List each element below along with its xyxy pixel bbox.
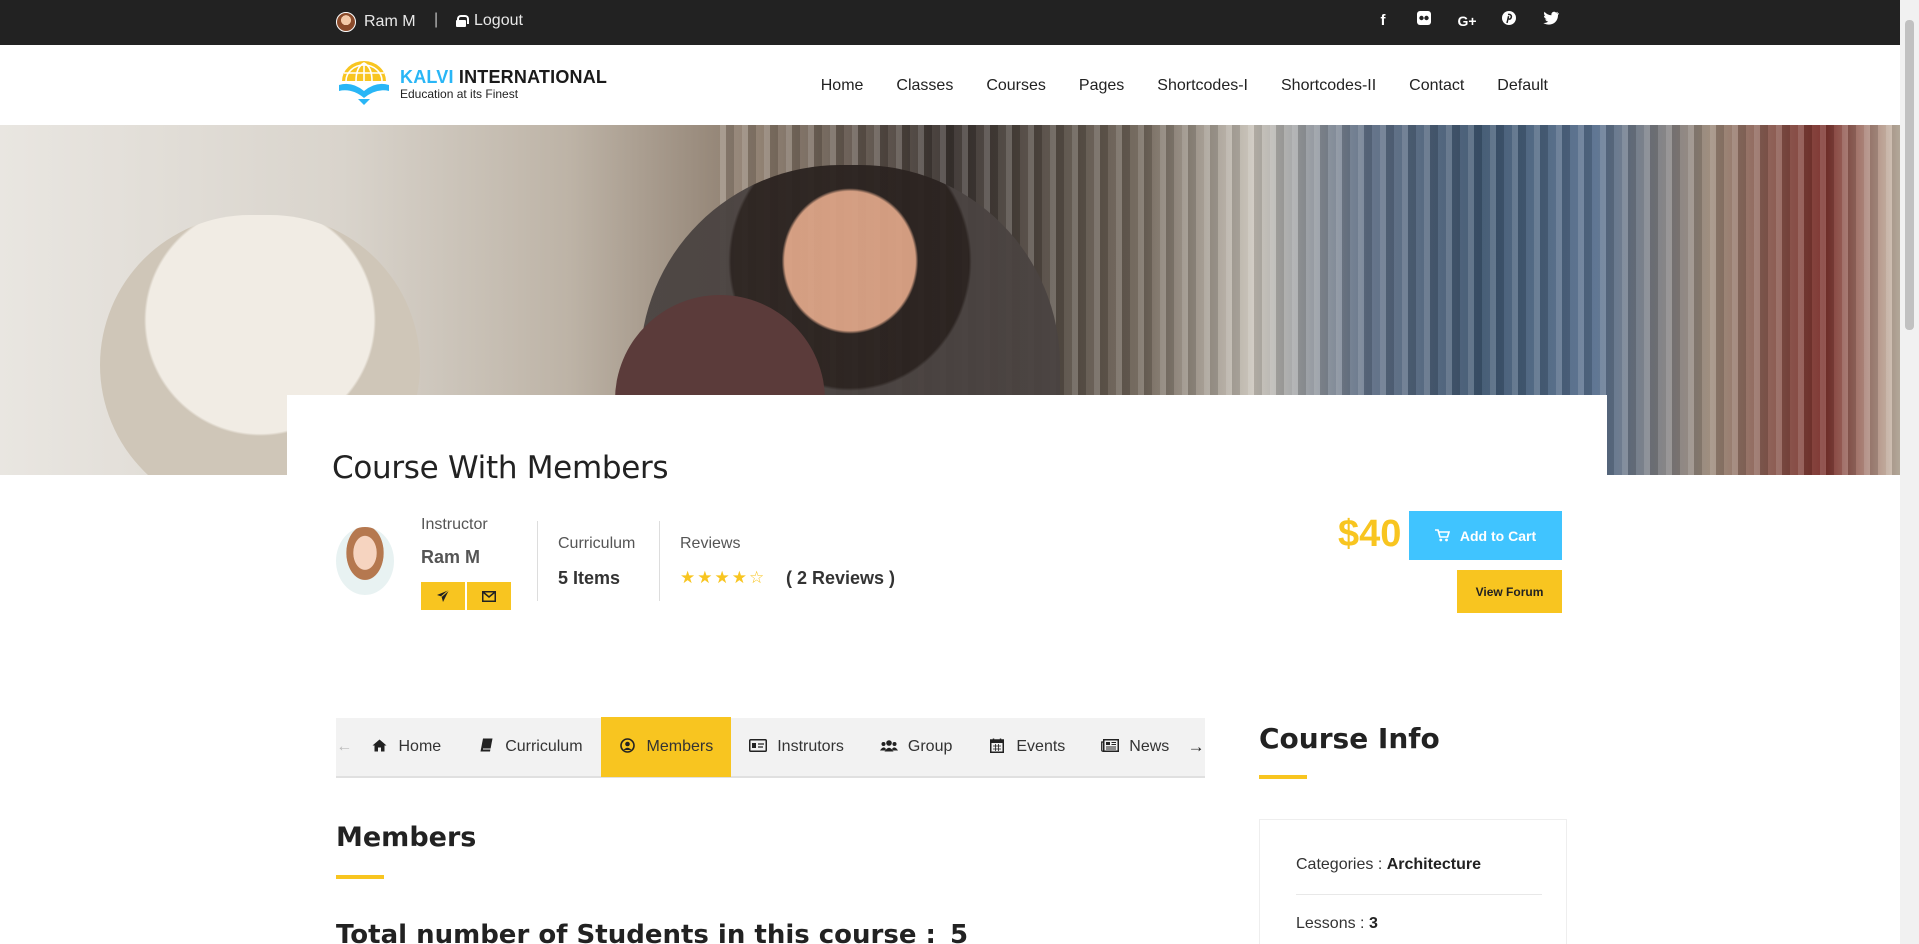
- add-to-cart-button[interactable]: Add to Cart: [1409, 511, 1562, 560]
- calendar-icon: [988, 738, 1006, 757]
- main-nav: Home Classes Courses Pages Shortcodes-I …: [788, 77, 1548, 95]
- lessons-row: Lessons : 3: [1296, 915, 1378, 932]
- user-menu[interactable]: Ram M: [336, 12, 416, 32]
- tab-members[interactable]: Members: [600, 717, 732, 777]
- course-title: Course With Members: [332, 450, 669, 486]
- tab-news-label: News: [1129, 738, 1170, 755]
- tab-home-label: Home: [398, 738, 442, 755]
- nav-shortcodes-2[interactable]: Shortcodes-II: [1281, 77, 1376, 95]
- nav-classes[interactable]: Classes: [896, 77, 953, 95]
- curriculum-label: Curriculum: [558, 535, 636, 552]
- rating-stars: ★★★★☆: [680, 568, 767, 587]
- user-avatar: [336, 12, 356, 32]
- members-heading: Members: [336, 822, 477, 853]
- categories-value[interactable]: Architecture: [1387, 856, 1481, 873]
- user-name: Ram M: [364, 13, 416, 30]
- instructor-name[interactable]: Ram M: [421, 547, 480, 568]
- logout-link[interactable]: Logout: [456, 12, 523, 30]
- nav-contact[interactable]: Contact: [1409, 77, 1464, 95]
- curriculum-value: 5 Items: [558, 568, 621, 588]
- site-header: KALVI INTERNATIONAL Education at its Fin…: [0, 45, 1900, 125]
- tabs-scroll-left-icon[interactable]: ←: [336, 738, 353, 756]
- paper-plane-icon: [437, 589, 450, 602]
- book-icon: [477, 738, 495, 756]
- home-icon: [371, 739, 389, 756]
- logo-tagline: Education at its Finest: [400, 87, 519, 101]
- nav-courses[interactable]: Courses: [986, 77, 1046, 95]
- instructor-avatar: [336, 527, 394, 595]
- globe-book-logo-icon: [336, 61, 392, 107]
- site-logo[interactable]: KALVI INTERNATIONAL Education at its Fin…: [336, 61, 607, 107]
- send-message-button[interactable]: [421, 582, 465, 610]
- course-info-box: Categories : Architecture Lessons : 3: [1259, 819, 1567, 944]
- total-students-value: 5: [949, 920, 969, 944]
- divider: [659, 521, 660, 601]
- tabs-scroll-right-icon[interactable]: →: [1187, 737, 1205, 757]
- add-to-cart-label: Add to Cart: [1459, 527, 1537, 544]
- heading-underline: [336, 875, 384, 879]
- tab-instructors-label: Instrutors: [777, 738, 844, 755]
- tab-instructors[interactable]: Instrutors: [731, 717, 862, 777]
- facebook-icon[interactable]: f: [1372, 10, 1394, 32]
- categories-row: Categories : Architecture: [1296, 856, 1481, 873]
- email-button[interactable]: [467, 582, 511, 610]
- lessons-value: 3: [1368, 915, 1378, 932]
- user-circle-icon: [619, 737, 637, 757]
- google-plus-icon[interactable]: G+: [1456, 10, 1478, 32]
- instructor-label: Instructor: [421, 516, 488, 533]
- tab-group-label: Group: [907, 738, 953, 755]
- separator: |: [434, 11, 439, 28]
- heading-underline: [1259, 775, 1307, 779]
- page-scrollbar[interactable]: [1900, 0, 1919, 944]
- reviews-label: Reviews: [680, 535, 741, 552]
- twitter-icon[interactable]: [1540, 10, 1562, 32]
- newspaper-icon: [1101, 738, 1120, 756]
- reviews-count[interactable]: ( 2 Reviews ): [786, 568, 895, 589]
- nav-home[interactable]: Home: [821, 77, 864, 95]
- top-bar: Ram M | Logout f G+: [0, 0, 1919, 45]
- tab-curriculum-label: Curriculum: [505, 738, 583, 755]
- tab-news[interactable]: News: [1083, 717, 1187, 777]
- scrollbar-thumb[interactable]: [1905, 20, 1914, 330]
- nav-pages[interactable]: Pages: [1079, 77, 1124, 95]
- course-price: $40: [1338, 513, 1402, 555]
- tab-events-label: Events: [1016, 738, 1066, 755]
- tab-members-label: Members: [646, 738, 714, 755]
- nav-shortcodes-1[interactable]: Shortcodes-I: [1157, 77, 1248, 95]
- flickr-icon[interactable]: [1413, 10, 1435, 32]
- total-students: Total number of Students in this course …: [336, 920, 968, 944]
- logout-label: Logout: [474, 12, 523, 29]
- users-icon: [879, 739, 898, 756]
- envelope-icon: [482, 590, 496, 602]
- view-forum-button[interactable]: View Forum: [1457, 570, 1562, 613]
- divider: [1296, 894, 1542, 895]
- divider: [537, 521, 538, 601]
- logo-title: KALVI INTERNATIONAL: [400, 67, 608, 87]
- pinterest-icon[interactable]: [1498, 10, 1520, 32]
- course-tabs: ← Home Curriculum Members Instrutors Gro…: [336, 717, 1205, 778]
- id-card-icon: [749, 738, 768, 756]
- cart-icon: [1434, 529, 1450, 542]
- lock-icon: [456, 15, 469, 27]
- nav-default[interactable]: Default: [1497, 77, 1548, 95]
- tab-curriculum[interactable]: Curriculum: [459, 717, 600, 777]
- course-info-heading: Course Info: [1259, 722, 1440, 755]
- tab-events[interactable]: Events: [970, 717, 1083, 777]
- tab-group[interactable]: Group: [862, 717, 970, 777]
- tab-home[interactable]: Home: [353, 717, 460, 777]
